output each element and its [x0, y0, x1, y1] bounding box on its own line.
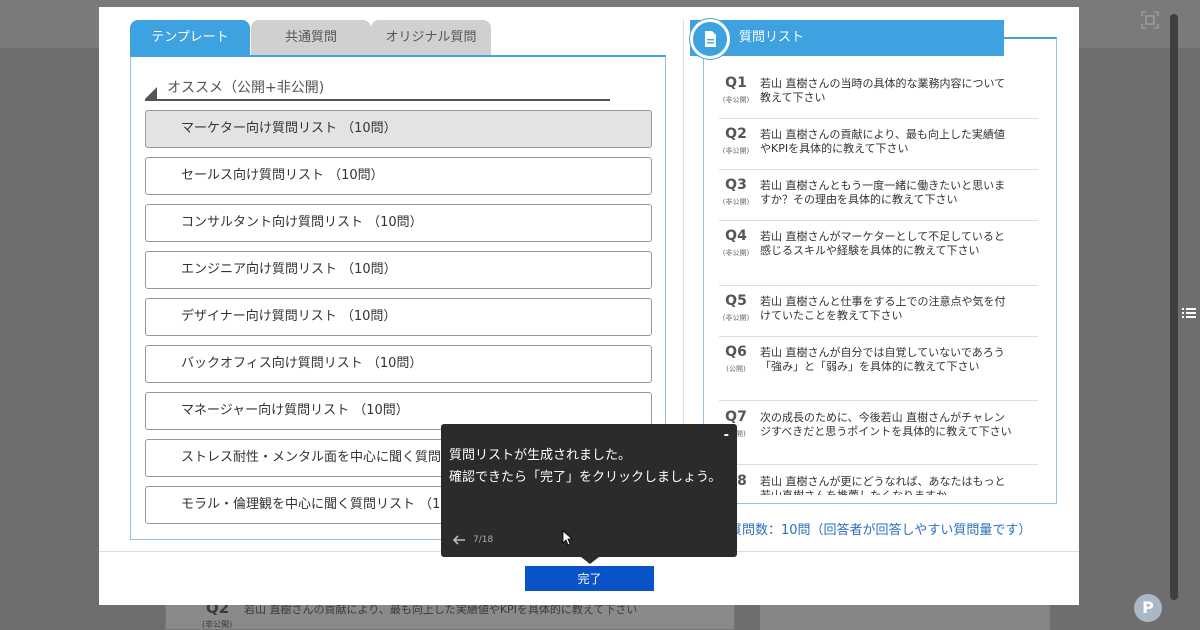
question-visibility: (公開) [726, 365, 746, 373]
section-header: オススメ（公開+非公開) [145, 75, 610, 101]
question-number: Q5 [725, 293, 747, 309]
section-title: オススメ（公開+非公開) [167, 80, 325, 96]
background-q-pub: (非公開) [202, 620, 233, 629]
question-row: Q8 若山 直樹さんが更にどうなれば、あなたはもっと若山直樹さんを推薦したくなり… [719, 473, 1038, 495]
mouse-cursor-icon [562, 530, 574, 546]
question-row: Q5 (非公開) 若山 直樹さんと仕事をする上での注意点や気を付けていたことを教… [719, 293, 1038, 337]
question-visibility: (非公開) [722, 147, 750, 155]
question-number: Q2 [725, 126, 747, 142]
question-list-item[interactable]: マーケター向け質問リスト （10問） [145, 110, 652, 148]
question-number: Q7 [725, 409, 747, 425]
tooltip-pointer [581, 557, 599, 564]
tutorial-tooltip: - 質問リストが生成されました。 確認できたら「完了」をクリックしましょう。 7… [441, 424, 737, 557]
tooltip-message: 質問リストが生成されました。 [449, 448, 632, 463]
question-row: Q2 (非公開) 若山 直樹さんの貢献により、最も向上した実績値やKPIを具体的… [719, 126, 1038, 170]
question-row: Q1 (非公開) 若山 直樹さんの当時の具体的な業務内容について教えて下さい [719, 75, 1038, 119]
app-logo[interactable]: P [1134, 594, 1162, 622]
done-button[interactable]: 完了 [525, 566, 654, 591]
question-number: Q6 [725, 344, 747, 360]
question-list-title: 質問リスト [739, 30, 805, 45]
question-row: Q3 (非公開) 若山 直樹さんともう一度一緒に働きたいと思いますか？その理由を… [719, 177, 1038, 221]
section-triangle-icon [145, 87, 157, 99]
tooltip-close-button[interactable]: - [724, 428, 729, 443]
page-scrollbar[interactable] [1170, 14, 1178, 600]
document-icon [690, 19, 730, 59]
question-visibility: (非公開) [722, 198, 750, 206]
fullscreen-icon[interactable] [1140, 10, 1160, 30]
question-row: Q7 (公開) 次の成長のために、今後若山 直樹さんがチャレンジすべきだと思うポ… [719, 409, 1038, 465]
tab-original-questions[interactable]: オリジナル質問 [371, 20, 491, 55]
question-number: Q3 [725, 177, 747, 193]
question-row: Q6 (公開) 若山 直樹さんが自分では自覚していないであろう「強み」と「弱み」… [719, 344, 1038, 401]
question-list-item[interactable]: セールス向け質問リスト （10問） [145, 157, 652, 195]
tab-common-questions[interactable]: 共通質問 [251, 20, 371, 55]
question-visibility: (非公開) [722, 314, 750, 322]
question-number: Q4 [725, 228, 747, 244]
tab-template[interactable]: テンプレート [130, 20, 250, 55]
question-text: 若山 直樹さんと仕事をする上での注意点や気を付けていたことを教えて下さい [760, 295, 1006, 322]
list-icon[interactable] [1182, 306, 1196, 320]
question-text: 若山 直樹さんがマーケターとして不足していると感じるスキルや経験を具体的に教えて… [760, 230, 1005, 257]
question-text: 若山 直樹さんともう一度一緒に働きたいと思いますか？その理由を具体的に教えて下さ… [760, 179, 1006, 206]
question-text: 若山 直樹さんの貢献により、最も向上した実績値やKPIを具体的に教えて下さい [760, 128, 1005, 155]
question-list-item[interactable]: コンサルタント向け質問リスト （10問） [145, 204, 652, 242]
question-text: 若山 直樹さんが自分では自覚していないであろう「強み」と「弱み」を具体的に教えて… [760, 346, 1005, 373]
question-list-item[interactable]: デザイナー向け質問リスト （10問） [145, 298, 652, 336]
question-row: Q4 (非公開) 若山 直樹さんがマーケターとして不足していると感じるスキルや経… [719, 228, 1038, 286]
question-list-header [690, 20, 1004, 56]
question-text: 次の成長のために、今後若山 直樹さんがチャレンジすべきだと思うポイントを具体的に… [760, 411, 1012, 438]
tooltip-step-counter: 7/18 [473, 535, 494, 545]
question-text: 若山 直樹さんが更にどうなれば、あなたはもっと若山直樹さんを推薦したくなりますか [760, 475, 1006, 495]
question-count: 質問数：10問（回答者が回答しやすい質問量です） [729, 523, 1032, 538]
question-list-item[interactable]: バックオフィス向け質問リスト （10問） [145, 345, 652, 383]
arrow-left-icon[interactable] [451, 532, 467, 548]
question-text: 若山 直樹さんの当時の具体的な業務内容について教えて下さい [760, 77, 1006, 104]
tooltip-instruction: 確認できたら「完了」をクリックしましょう。 [449, 470, 722, 485]
question-list-item[interactable]: エンジニア向け質問リスト （10問） [145, 251, 652, 289]
question-visibility: (非公開) [722, 96, 750, 104]
question-visibility: (非公開) [722, 249, 750, 257]
question-number: Q1 [725, 75, 747, 91]
